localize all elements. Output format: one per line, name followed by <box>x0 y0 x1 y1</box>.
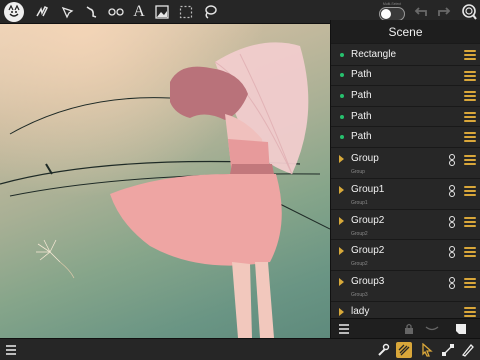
layers-icon[interactable] <box>396 342 412 358</box>
link-icon[interactable] <box>449 153 455 166</box>
panel-header: Scene <box>331 20 480 44</box>
toggle-knob <box>381 9 391 19</box>
wrench-icon[interactable] <box>375 342 391 358</box>
layer-row-path[interactable]: Path <box>331 107 480 128</box>
expand-arrow-icon[interactable] <box>339 185 344 194</box>
layer-list: Rectangle Path Path Path Path Group Grou… <box>331 45 480 323</box>
layer-label: Path <box>351 69 372 81</box>
pointer-icon[interactable] <box>419 342 435 358</box>
pen-edit-icon[interactable] <box>460 342 476 358</box>
reorder-handle-icon[interactable] <box>464 216 476 227</box>
path-bullet-icon <box>340 52 344 57</box>
expand-arrow-icon[interactable] <box>339 216 344 225</box>
layer-label: Group <box>351 152 379 164</box>
logo-button[interactable] <box>2 1 26 23</box>
layer-row-path[interactable]: Path <box>331 127 480 148</box>
bezier-tool-icon[interactable] <box>82 0 102 24</box>
text-tool-icon[interactable]: A <box>130 0 148 24</box>
multiselect-label: Multi-Select <box>382 2 402 6</box>
nodes-icon[interactable] <box>440 342 456 358</box>
layer-row-group[interactable]: Group2 Group2 <box>331 210 480 241</box>
layer-label: Group1 <box>351 183 385 195</box>
expand-arrow-icon[interactable] <box>339 307 344 316</box>
reorder-handle-icon[interactable] <box>464 154 476 165</box>
layer-row-rectangle[interactable]: Rectangle <box>331 45 480 66</box>
selection-rect-icon[interactable] <box>176 0 196 24</box>
layer-sublabel: Group2 <box>351 261 368 268</box>
layer-row-path[interactable]: Path <box>331 86 480 107</box>
layer-sublabel: Group2 <box>351 230 368 237</box>
layer-row-group[interactable]: Group3 Group3 <box>331 271 480 302</box>
image-tool-icon[interactable] <box>152 0 172 24</box>
artwork <box>0 24 330 338</box>
smiley-cat-icon <box>4 2 24 22</box>
layer-row-path[interactable]: Path <box>331 66 480 87</box>
layer-label: Path <box>351 110 372 122</box>
reorder-handle-icon[interactable] <box>464 278 476 289</box>
path-bullet-icon <box>340 73 344 78</box>
reorder-handle-icon[interactable] <box>464 111 476 122</box>
path-bullet-icon <box>340 114 344 119</box>
eye-closed-icon[interactable] <box>424 319 440 339</box>
expand-arrow-icon[interactable] <box>339 247 344 256</box>
layer-label: Rectangle <box>351 48 397 60</box>
layer-sublabel: Group3 <box>351 292 368 299</box>
reorder-handle-icon[interactable] <box>464 247 476 258</box>
multiselect-toggle[interactable] <box>379 7 405 21</box>
reorder-handle-icon[interactable] <box>464 91 476 102</box>
layer-row-group[interactable]: Group Group <box>331 148 480 179</box>
reorder-handle-icon[interactable] <box>464 132 476 143</box>
reorder-handle-icon[interactable] <box>464 306 476 317</box>
app-window: A Multi-Select Scene Rectangle Path Path… <box>0 0 480 360</box>
link-icon[interactable] <box>449 246 455 259</box>
drawing-canvas[interactable] <box>0 24 330 338</box>
link-icon[interactable] <box>449 277 455 290</box>
layer-label: Group3 <box>351 276 385 288</box>
layer-row-group[interactable]: Group1 Group1 <box>331 179 480 210</box>
scene-panel: Scene Rectangle Path Path Path Path Grou… <box>330 20 480 338</box>
expand-arrow-icon[interactable] <box>339 154 344 163</box>
reorder-handle-icon[interactable] <box>464 50 476 60</box>
lasso-tool-icon[interactable] <box>200 0 220 24</box>
expand-arrow-icon[interactable] <box>339 278 344 287</box>
path-bullet-icon <box>340 93 344 98</box>
menu-icon[interactable] <box>336 319 352 339</box>
link-icon[interactable] <box>449 215 455 228</box>
layer-sublabel: Group1 <box>351 199 368 206</box>
link-icon[interactable] <box>449 184 455 197</box>
pen-tool-icon[interactable] <box>58 0 78 24</box>
node-tool-icon[interactable] <box>106 0 126 24</box>
panel-footer <box>331 318 480 338</box>
layer-label: Path <box>351 89 372 101</box>
panel-title: Scene <box>388 24 423 39</box>
bottom-toolbar <box>0 338 480 360</box>
multiselect-control[interactable]: Multi-Select <box>378 2 406 22</box>
lock-icon[interactable] <box>401 319 417 339</box>
layer-sublabel: Group <box>351 168 365 175</box>
layer-label: lady <box>351 305 370 317</box>
layer-label: Group2 <box>351 245 385 257</box>
reorder-handle-icon[interactable] <box>464 70 476 81</box>
path-bullet-icon <box>340 135 344 140</box>
new-layer-icon[interactable] <box>453 319 469 339</box>
layer-row-group[interactable]: Group2 Group2 <box>331 240 480 272</box>
layer-label: Path <box>351 131 372 143</box>
menu-icon[interactable] <box>3 342 19 358</box>
reorder-handle-icon[interactable] <box>464 185 476 196</box>
layer-label: Group2 <box>351 214 385 226</box>
brush-tool-icon[interactable] <box>32 0 52 24</box>
